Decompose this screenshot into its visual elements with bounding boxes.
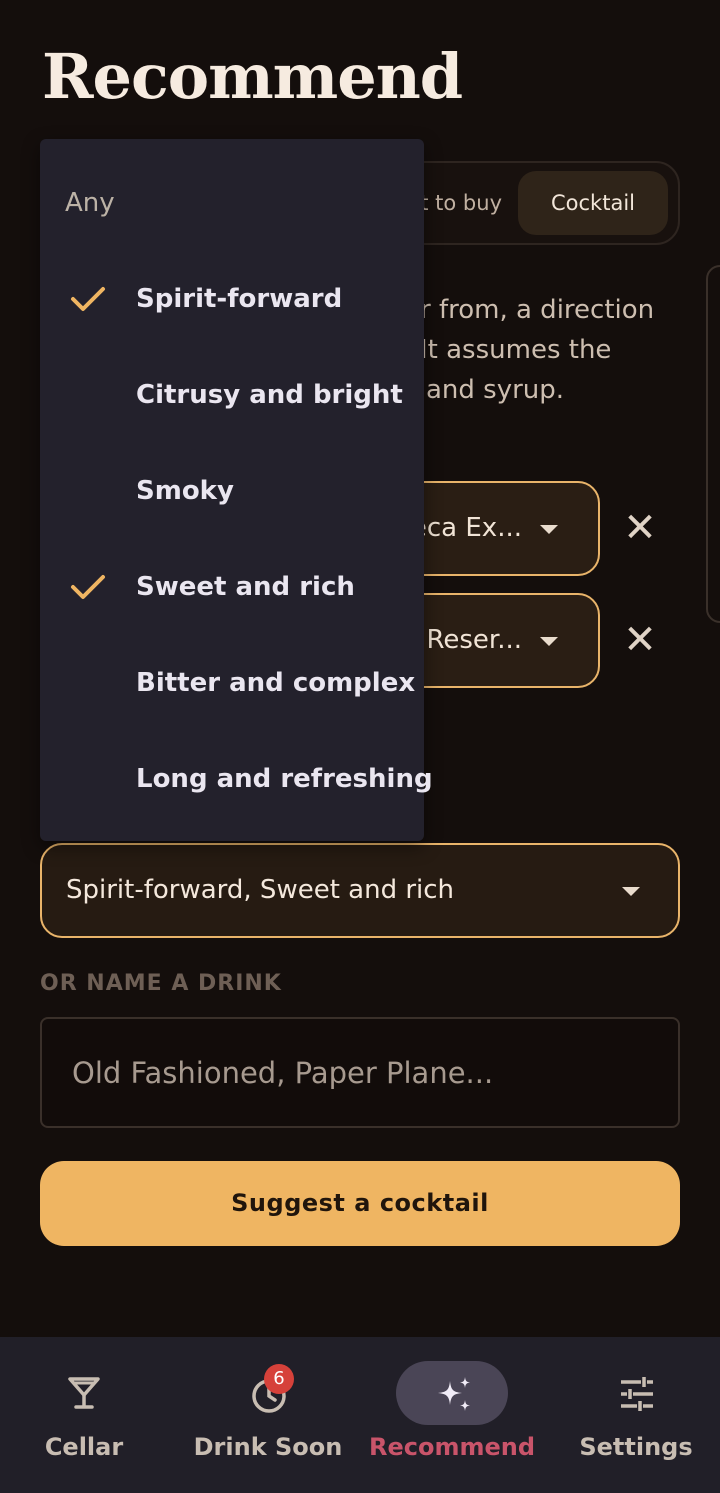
flavor-select-value: Spirit-forward, Sweet and rich bbox=[66, 875, 455, 905]
nav-label: Recommend bbox=[368, 1433, 536, 1461]
bottle-select-value: eca Ex... bbox=[410, 513, 522, 543]
chevron-down-icon bbox=[540, 525, 558, 534]
sliders-icon bbox=[621, 1377, 653, 1411]
cocktail-glass-icon bbox=[68, 1377, 100, 1409]
mode-option-cocktail[interactable]: Cocktail bbox=[518, 171, 668, 235]
menu-item-label: Sweet and rich bbox=[136, 572, 355, 602]
drink-name-input[interactable] bbox=[40, 1017, 680, 1128]
menu-item-citrusy-and-bright[interactable]: Citrusy and bright bbox=[40, 347, 424, 443]
menu-item-label: Bitter and complex bbox=[136, 668, 416, 698]
nav-settings[interactable]: Settings bbox=[546, 1337, 720, 1493]
menu-item-label: Spirit-forward bbox=[136, 284, 343, 314]
nav-label: Cellar bbox=[44, 1433, 124, 1461]
nav-label: Settings bbox=[579, 1433, 693, 1461]
chevron-down-icon bbox=[622, 887, 640, 896]
bottle-select-value: Reser... bbox=[426, 625, 522, 655]
nav-label: Drink Soon bbox=[193, 1433, 343, 1461]
menu-item-label: Smoky bbox=[136, 476, 234, 506]
name-drink-label: OR NAME A DRINK bbox=[40, 971, 282, 996]
page-title: Recommend bbox=[42, 40, 463, 113]
menu-item-label: Long and refreshing bbox=[136, 764, 433, 794]
check-icon bbox=[71, 287, 105, 311]
drink-soon-badge: 6 bbox=[264, 1364, 294, 1394]
menu-item-spirit-forward[interactable]: Spirit-forward bbox=[40, 251, 424, 347]
bottom-nav: Cellar 6 Drink Soon Recommend Settings bbox=[0, 1337, 720, 1493]
flavor-select[interactable]: Spirit-forward, Sweet and rich bbox=[40, 843, 680, 938]
nav-drink-soon[interactable]: 6 Drink Soon bbox=[178, 1337, 358, 1493]
menu-item-any[interactable]: Any bbox=[40, 155, 424, 251]
menu-item-long-and-refreshing[interactable]: Long and refreshing bbox=[40, 731, 433, 827]
suggest-cocktail-button[interactable]: Suggest a cocktail bbox=[40, 1161, 680, 1246]
nav-cellar[interactable]: Cellar bbox=[0, 1337, 174, 1493]
flavor-dropdown-menu: Any Spirit-forward Citrusy and bright Sm… bbox=[40, 139, 433, 841]
menu-item-label: Any bbox=[65, 188, 115, 218]
menu-item-bitter-and-complex[interactable]: Bitter and complex bbox=[40, 635, 424, 731]
remove-bottle-1-button[interactable]: ✕ bbox=[618, 506, 662, 550]
nav-recommend[interactable]: Recommend bbox=[362, 1337, 542, 1493]
remove-bottle-2-button[interactable]: ✕ bbox=[618, 618, 662, 662]
menu-item-label: Citrusy and bright bbox=[136, 380, 403, 410]
chevron-down-icon bbox=[540, 637, 558, 646]
sparkles-icon bbox=[438, 1377, 470, 1411]
menu-item-smoky[interactable]: Smoky bbox=[40, 443, 424, 539]
menu-item-sweet-and-rich[interactable]: Sweet and rich bbox=[40, 539, 424, 635]
check-icon bbox=[71, 575, 105, 599]
side-panel-edge bbox=[706, 265, 720, 623]
